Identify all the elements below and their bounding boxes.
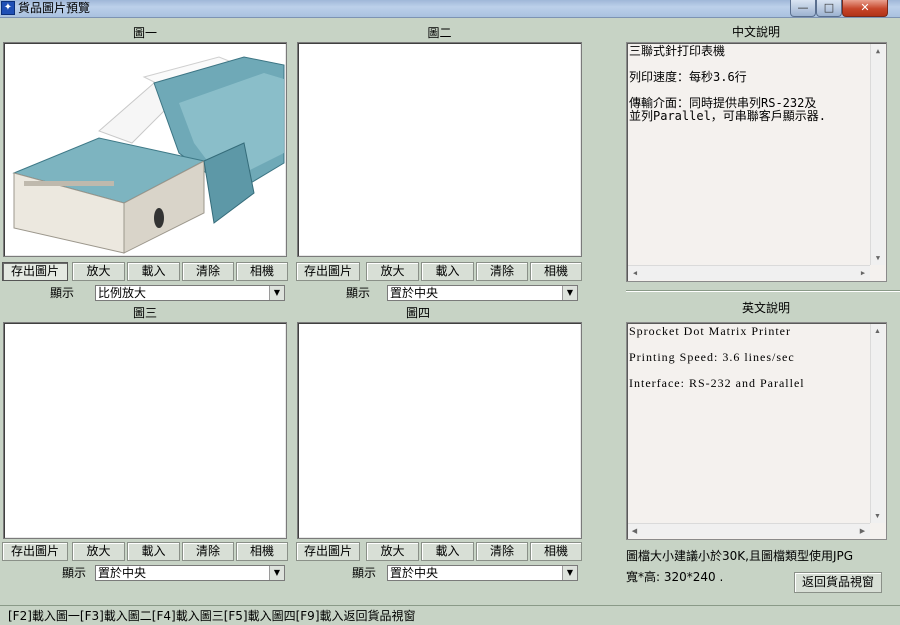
scroll-down-icon[interactable]: ▼ xyxy=(871,509,885,523)
zoom-button-4[interactable]: 放大 xyxy=(366,542,419,561)
title-bar: ✦ 貨品圖片預覽 — □ ✕ xyxy=(0,0,900,18)
vertical-scrollbar[interactable]: ▲ ▼ xyxy=(870,324,885,523)
panel-3-label: 圖三 xyxy=(132,306,157,320)
english-desc-line-1: Sprocket Dot Matrix Printer xyxy=(629,324,791,338)
image-box-4[interactable] xyxy=(297,322,582,539)
zoom-button-1[interactable]: 放大 xyxy=(72,262,125,281)
scroll-right-icon[interactable]: ▶ xyxy=(856,524,870,538)
horizontal-scrollbar[interactable]: ◀ ▶ xyxy=(628,523,870,538)
chinese-desc-line-3: 傳輸介面：同時提供串列RS-232及 並列Parallel，可串聯客戶顯示器. xyxy=(629,96,827,123)
horizontal-scrollbar[interactable]: ◀ ▶ xyxy=(628,265,870,280)
english-desc-line-3: Interface: RS-232 and Parallel xyxy=(629,376,805,390)
zoom-button-2[interactable]: 放大 xyxy=(366,262,419,281)
camera-button-1[interactable]: 相機 xyxy=(236,262,288,281)
panel-4-label: 圖四 xyxy=(405,306,430,320)
scroll-down-icon[interactable]: ▼ xyxy=(871,251,885,265)
save-image-button-2[interactable]: 存出圖片 xyxy=(296,262,360,281)
load-button-4[interactable]: 載入 xyxy=(421,542,474,561)
display-select-4-value: 置於中央 xyxy=(390,566,439,580)
chinese-desc-memo[interactable]: 三聯式針打印表機 列印速度：每秒3.6行 傳輸介面：同時提供串列RS-232及 … xyxy=(626,42,887,282)
camera-button-3[interactable]: 相機 xyxy=(236,542,288,561)
display-label-4: 顯示 xyxy=(352,566,377,580)
back-to-goods-button[interactable]: 返回貨品視窗 xyxy=(794,572,882,593)
english-desc-line-2: Printing Speed: 3.6 lines/sec xyxy=(629,350,795,364)
english-desc-label: 英文說明 xyxy=(741,301,790,315)
save-image-button-1[interactable]: 存出圖片 xyxy=(2,262,68,281)
clear-button-1[interactable]: 清除 xyxy=(182,262,234,281)
chinese-desc-line-2: 列印速度：每秒3.6行 xyxy=(629,70,747,84)
chevron-down-icon[interactable]: ▼ xyxy=(562,566,577,580)
display-select-1[interactable]: 比例放大 ▼ xyxy=(95,285,285,301)
status-bar: [F2]載入圖一[F3]載入圖二[F4]載入圖三[F5]載入圖四[F9]載入返回… xyxy=(0,605,900,625)
save-image-button-3[interactable]: 存出圖片 xyxy=(2,542,68,561)
display-select-2[interactable]: 置於中央 ▼ xyxy=(387,285,578,301)
close-button[interactable]: ✕ xyxy=(842,0,888,17)
scroll-up-icon[interactable]: ▲ xyxy=(871,324,885,338)
display-select-1-value: 比例放大 xyxy=(98,286,147,300)
chevron-down-icon[interactable]: ▼ xyxy=(269,566,284,580)
chinese-desc-label: 中文說明 xyxy=(731,25,780,39)
size-hint: 圖檔大小建議小於30K,且圖檔類型使用JPG xyxy=(626,549,854,563)
load-button-3[interactable]: 載入 xyxy=(127,542,180,561)
divider xyxy=(626,290,900,292)
image-box-3[interactable] xyxy=(3,322,287,539)
clear-button-4[interactable]: 清除 xyxy=(476,542,528,561)
image-box-1[interactable] xyxy=(3,42,287,257)
panel-2-label: 圖二 xyxy=(427,26,452,40)
zoom-button-3[interactable]: 放大 xyxy=(72,542,125,561)
window-title: 貨品圖片預覽 xyxy=(18,1,91,15)
camera-button-4[interactable]: 相機 xyxy=(530,542,582,561)
app-icon[interactable]: ✦ xyxy=(1,1,15,15)
chinese-desc-line-1: 三聯式針打印表機 xyxy=(629,44,726,58)
save-image-button-4[interactable]: 存出圖片 xyxy=(296,542,360,561)
display-label-1: 顯示 xyxy=(50,286,75,300)
minimize-button[interactable]: — xyxy=(790,0,816,17)
clear-button-3[interactable]: 清除 xyxy=(182,542,234,561)
scroll-left-icon[interactable]: ◀ xyxy=(628,266,642,280)
scroll-left-icon[interactable]: ◀ xyxy=(628,524,642,538)
scroll-right-icon[interactable]: ▶ xyxy=(856,266,870,280)
display-select-3[interactable]: 置於中央 ▼ xyxy=(95,565,285,581)
display-label-2: 顯示 xyxy=(346,286,371,300)
camera-button-2[interactable]: 相機 xyxy=(530,262,582,281)
display-label-3: 顯示 xyxy=(62,566,87,580)
display-select-3-value: 置於中央 xyxy=(98,566,147,580)
panel-1-label: 圖一 xyxy=(132,26,157,40)
english-desc-memo[interactable]: Sprocket Dot Matrix Printer Printing Spe… xyxy=(626,322,887,540)
load-button-2[interactable]: 載入 xyxy=(421,262,474,281)
load-button-1[interactable]: 載入 xyxy=(127,262,180,281)
chevron-down-icon[interactable]: ▼ xyxy=(269,286,284,300)
image-box-2[interactable] xyxy=(297,42,582,257)
display-select-4[interactable]: 置於中央 ▼ xyxy=(387,565,578,581)
dimension-hint: 寬*高: 320*240 . xyxy=(626,570,724,584)
maximize-button[interactable]: □ xyxy=(816,0,842,17)
printer-image xyxy=(12,56,285,254)
vertical-scrollbar[interactable]: ▲ ▼ xyxy=(870,44,885,265)
clear-button-2[interactable]: 清除 xyxy=(476,262,528,281)
scroll-up-icon[interactable]: ▲ xyxy=(871,44,885,58)
display-select-2-value: 置於中央 xyxy=(390,286,439,300)
chevron-down-icon[interactable]: ▼ xyxy=(562,286,577,300)
